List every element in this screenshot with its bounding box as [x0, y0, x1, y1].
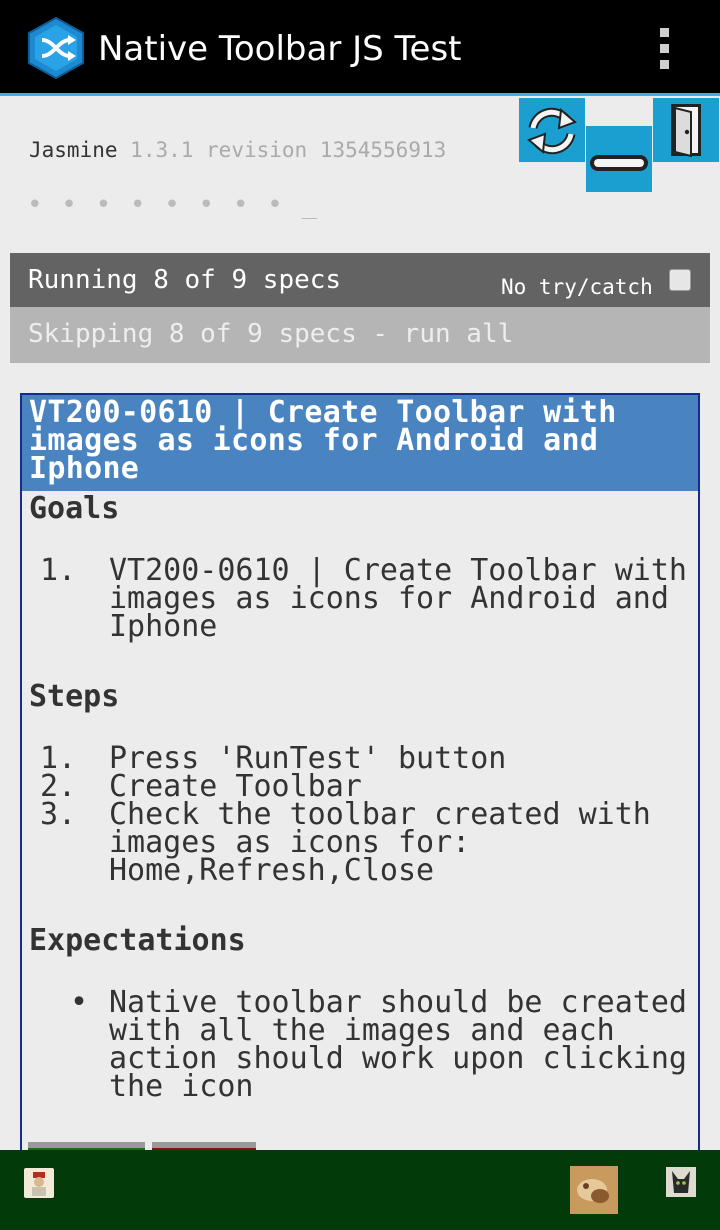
- overflow-menu-icon[interactable]: [640, 20, 688, 76]
- action-bar-divider: [0, 93, 720, 96]
- goals-heading: Goals: [29, 491, 120, 526]
- running-specs-label: Running 8 of 9 specs: [28, 265, 342, 295]
- list-number: 3.: [40, 797, 77, 832]
- jasmine-banner: Jasmine 1.3.1 revision 1354556913: [29, 138, 446, 162]
- steps-heading: Steps: [29, 679, 120, 714]
- test-case-title: VT200-0610 | Create Toolbar with images …: [22, 395, 698, 491]
- running-specs-bar: Running 8 of 9 specs No try/catch: [10, 253, 710, 307]
- no-try-catch-checkbox[interactable]: [669, 269, 691, 291]
- close-image-icon[interactable]: [666, 1167, 696, 1197]
- test-case-card: VT200-0610 | Create Toolbar with images …: [20, 393, 700, 1193]
- app-title: Native Toolbar JS Test: [98, 29, 462, 69]
- no-try-catch-label: No try/catch: [501, 275, 653, 299]
- jasmine-version: 1.3.1 revision 1354556913: [130, 138, 447, 162]
- expectations-heading: Expectations: [29, 923, 246, 958]
- step-text: Check the toolbar created with images as…: [109, 797, 651, 888]
- list-number: 1.: [40, 553, 77, 588]
- skipping-specs-bar[interactable]: Skipping 8 of 9 specs - run all: [10, 307, 710, 363]
- home-image-icon[interactable]: [24, 1168, 54, 1198]
- bullet: •: [70, 985, 89, 1020]
- run-all-link[interactable]: Skipping 8 of 9 specs - run all: [28, 319, 513, 349]
- spec-progress-dots: • • • • • • • • _: [27, 190, 319, 220]
- bottom-native-toolbar: [0, 1150, 720, 1230]
- refresh-icon[interactable]: [519, 98, 585, 162]
- expectation-text: Native toolbar should be created with al…: [109, 985, 687, 1104]
- refresh-image-icon[interactable]: [570, 1166, 618, 1214]
- minimize-icon[interactable]: [586, 126, 652, 192]
- shuffle-icon[interactable]: [26, 16, 86, 80]
- action-bar: Native Toolbar JS Test: [0, 0, 720, 96]
- goal-text: VT200-0610 | Create Toolbar with images …: [109, 553, 687, 644]
- door-exit-icon[interactable]: [653, 98, 719, 162]
- jasmine-name: Jasmine: [29, 138, 118, 162]
